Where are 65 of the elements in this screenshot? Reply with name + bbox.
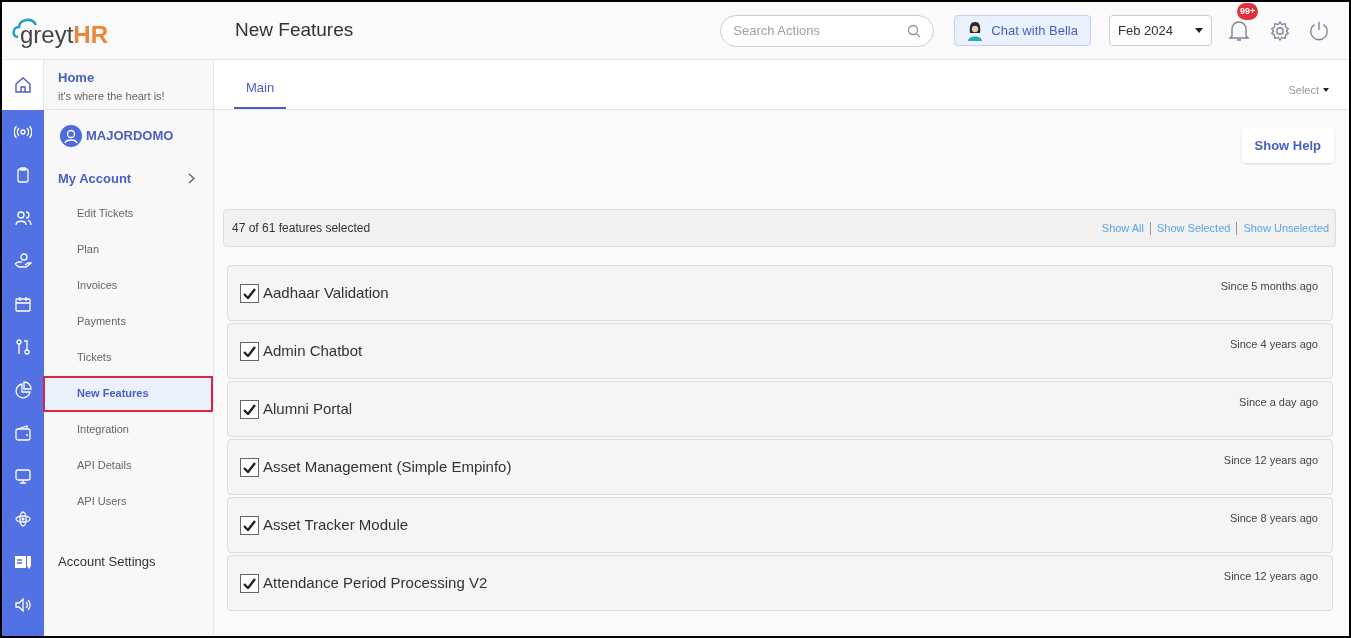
- power-icon[interactable]: [1308, 19, 1330, 42]
- checkbox[interactable]: [240, 283, 259, 303]
- feature-age: Since 5 months ago: [1220, 279, 1318, 294]
- atom-icon[interactable]: [14, 510, 32, 528]
- pie-chart-icon[interactable]: [14, 381, 32, 399]
- feature-name: Aadhaar Validation: [263, 283, 389, 303]
- assistant-avatar-icon: [967, 20, 984, 41]
- tab[interactable]: Main: [234, 77, 287, 109]
- broadcast-icon[interactable]: [14, 123, 32, 141]
- chevron-right-icon: [188, 173, 195, 185]
- selection-summary: 47 of 61 features selected: [232, 220, 371, 237]
- document-icon[interactable]: [14, 553, 32, 571]
- people-icon[interactable]: [14, 209, 32, 227]
- checkbox[interactable]: [240, 457, 259, 477]
- sidebar-item[interactable]: Plan: [44, 231, 213, 268]
- sidebar-item[interactable]: Edit Tickets: [44, 195, 213, 232]
- sidebar-item[interactable]: API Users: [44, 483, 213, 520]
- hand-person-icon[interactable]: [14, 252, 32, 270]
- search-field[interactable]: Search Actions: [733, 20, 908, 41]
- feature-age: Since 8 years ago: [1229, 511, 1318, 526]
- checkbox[interactable]: [240, 399, 259, 419]
- account-settings-link[interactable]: Account Settings: [44, 551, 213, 571]
- show-help-button[interactable]: Show Help: [1241, 128, 1334, 163]
- calendar-icon[interactable]: [14, 295, 32, 313]
- feature-name: Attendance Period Processing V2: [263, 573, 488, 593]
- settings-icon[interactable]: [1269, 19, 1291, 42]
- sidebar-item[interactable]: New Features: [43, 375, 213, 412]
- checkbox[interactable]: [240, 515, 259, 535]
- feature-name: Admin Chatbot: [263, 341, 363, 361]
- sidebar-item[interactable]: API Details: [44, 447, 213, 484]
- home-icon[interactable]: [13, 76, 32, 94]
- sidebar-item[interactable]: Integration: [44, 411, 213, 448]
- flow-icon[interactable]: [14, 338, 32, 356]
- feature-name: Alumni Portal: [263, 399, 353, 419]
- page-title: New Features: [235, 18, 354, 43]
- notification-badge: 99+: [1237, 2, 1259, 20]
- clipboard-icon[interactable]: [14, 166, 32, 184]
- user-avatar-icon: [60, 125, 82, 147]
- feature-name: Asset Management (Simple Empinfo): [263, 457, 512, 477]
- speaker-icon[interactable]: [14, 596, 32, 614]
- logo: greytHR: [2, 6, 214, 55]
- monitor-icon[interactable]: [14, 467, 32, 485]
- period-dropdown[interactable]: Feb 2024: [1109, 15, 1212, 46]
- select-dropdown[interactable]: Select: [1288, 81, 1329, 98]
- sidebar-item[interactable]: Tickets: [44, 339, 213, 376]
- notification-bell-icon[interactable]: [1228, 18, 1250, 43]
- my-account-menu[interactable]: My Account: [44, 169, 213, 189]
- chat-button[interactable]: Chat with Bella: [954, 15, 1091, 46]
- feature-name: Asset Tracker Module: [263, 515, 409, 535]
- checkbox[interactable]: [240, 573, 259, 593]
- user-name: MAJORDOMO: [86, 127, 174, 146]
- checkbox[interactable]: [240, 341, 259, 361]
- caret-icon: [1323, 87, 1329, 92]
- feature-age: Since 12 years ago: [1223, 569, 1318, 584]
- home-link[interactable]: Home: [58, 68, 213, 88]
- feature-age: Since 12 years ago: [1223, 453, 1318, 468]
- sidebar-item[interactable]: Payments: [44, 303, 213, 340]
- feature-age: Since 4 years ago: [1229, 337, 1318, 352]
- search-box[interactable]: Search Actions: [720, 14, 935, 47]
- caret-icon: [1195, 28, 1203, 33]
- home-subtitle: it's where the heart is!: [58, 88, 166, 104]
- sidebar-item[interactable]: Invoices: [44, 267, 213, 304]
- feature-age: Since a day ago: [1239, 395, 1318, 410]
- search-icon: [907, 23, 922, 38]
- wallet-icon[interactable]: [14, 424, 32, 442]
